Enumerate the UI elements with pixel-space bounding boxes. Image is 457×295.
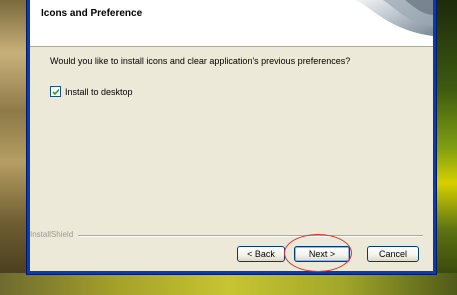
- dialog-header: Icons and Preference: [30, 0, 433, 47]
- next-button[interactable]: Next >: [294, 246, 350, 262]
- back-button[interactable]: < Back: [237, 246, 285, 262]
- checkmark-icon: [51, 88, 60, 95]
- cancel-button[interactable]: Cancel: [367, 246, 419, 262]
- branding-divider: [78, 235, 423, 237]
- installer-window: Icons and Preference Would you like to i…: [27, 0, 436, 274]
- installer-dialog: Icons and Preference Would you like to i…: [30, 0, 433, 271]
- dialog-title: Icons and Preference: [41, 8, 143, 19]
- desktop-background-bottom: [0, 273, 457, 295]
- install-desktop-label: Install to desktop: [65, 86, 133, 97]
- install-question-text: Would you like to install icons and clea…: [50, 56, 351, 66]
- installshield-branding: InstallShield: [30, 230, 433, 240]
- header-page-curl-graphic: [355, 0, 433, 36]
- install-desktop-option[interactable]: Install to desktop: [50, 86, 133, 97]
- install-desktop-checkbox[interactable]: [50, 86, 61, 97]
- installshield-label: InstallShield: [30, 230, 77, 239]
